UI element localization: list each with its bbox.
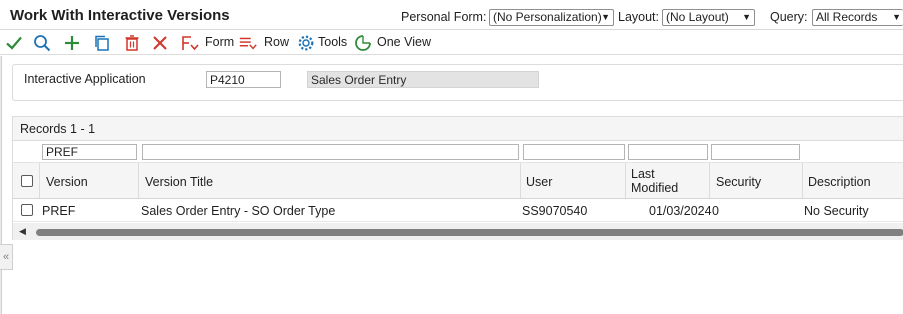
last-modified-line-2: Modified xyxy=(631,181,679,195)
page-title: Work With Interactive Versions xyxy=(10,7,230,24)
horizontal-scrollbar[interactable]: ◀ xyxy=(13,223,903,240)
find-button[interactable] xyxy=(32,33,52,53)
qbe-version-title-input[interactable] xyxy=(142,144,519,160)
interactive-application-input[interactable]: P4210 xyxy=(206,71,281,88)
cell-user: SS9070540 xyxy=(522,204,588,218)
left-panel-edge xyxy=(0,56,2,314)
records-grid: Records 1 - 1 PREF Version Version Title… xyxy=(12,116,903,240)
scroll-left-icon[interactable]: ◀ xyxy=(19,226,26,237)
grid-caption: Records 1 - 1 xyxy=(13,117,903,141)
records-count: Records 1 - 1 xyxy=(20,122,96,136)
layout-select[interactable]: (No Layout) ▼ xyxy=(662,9,755,26)
column-header-user[interactable]: User xyxy=(526,175,552,189)
column-divider xyxy=(709,163,710,198)
column-divider xyxy=(138,163,139,198)
query-value: All Records xyxy=(816,10,878,24)
check-icon xyxy=(6,36,22,50)
copy-icon xyxy=(95,35,109,51)
row-menu-icon[interactable] xyxy=(238,33,258,53)
plus-icon xyxy=(65,36,79,50)
cell-version[interactable]: PREF xyxy=(42,204,75,218)
tools-menu-label: Tools xyxy=(318,35,348,49)
column-header-security[interactable]: Security xyxy=(716,175,761,189)
tools-menu-icon[interactable] xyxy=(296,33,316,53)
one-view-icon-button[interactable] xyxy=(353,33,373,53)
chevron-down-icon: ▼ xyxy=(742,12,751,22)
personal-form-label: Personal Form: xyxy=(401,10,487,24)
one-view-menu[interactable]: One View xyxy=(377,35,431,49)
one-view-icon xyxy=(355,35,371,51)
double-chevron-left-icon: « xyxy=(2,251,10,263)
cell-version-title: Sales Order Entry - SO Order Type xyxy=(141,204,336,218)
query-select[interactable]: All Records ▼ xyxy=(812,9,903,26)
qbe-user-input[interactable] xyxy=(523,144,625,160)
column-divider xyxy=(625,163,626,198)
qbe-security-input[interactable] xyxy=(711,144,800,160)
qbe-row: PREF xyxy=(13,141,903,163)
one-view-label: One View xyxy=(377,35,431,49)
form-icon xyxy=(182,36,199,51)
close-button[interactable] xyxy=(150,33,170,53)
search-icon xyxy=(34,35,51,52)
column-header-description[interactable]: Description xyxy=(808,175,871,189)
column-header-last-modified[interactable]: Last Modified xyxy=(631,167,678,195)
row-menu-label: Row xyxy=(264,35,290,49)
toolbar: Form Row Tools One View xyxy=(0,30,903,55)
add-button[interactable] xyxy=(62,33,82,53)
select-all-checkbox[interactable] xyxy=(21,175,33,187)
row-checkbox[interactable] xyxy=(21,204,33,216)
header-form: Interactive Application P4210 Sales Orde… xyxy=(12,64,903,101)
table-row[interactable]: PREF Sales Order Entry - SO Order Type S… xyxy=(13,199,903,222)
row-icon xyxy=(239,37,257,50)
personal-form-value: (No Personalization) xyxy=(493,10,602,24)
form-menu-label: Form xyxy=(205,35,235,49)
collapse-panel-button[interactable]: « xyxy=(0,244,13,270)
application-description: Sales Order Entry xyxy=(307,71,539,88)
row-menu[interactable]: Row xyxy=(264,35,289,49)
column-header-row: Version Version Title User Last Modified… xyxy=(13,163,903,199)
delete-button[interactable] xyxy=(122,33,142,53)
gear-icon xyxy=(298,35,314,51)
column-header-version[interactable]: Version xyxy=(46,175,88,189)
close-icon xyxy=(153,36,167,50)
qbe-version-input[interactable]: PREF xyxy=(42,144,137,160)
cell-description: No Security xyxy=(804,204,869,218)
title-bar: Work With Interactive Versions Personal … xyxy=(0,0,903,30)
last-modified-line-1: Last xyxy=(631,167,655,181)
interactive-application-label: Interactive Application xyxy=(24,72,146,86)
tools-menu[interactable]: Tools xyxy=(318,35,347,49)
query-label: Query: xyxy=(770,10,808,24)
form-menu[interactable]: Form xyxy=(205,35,234,49)
cell-security: 0 xyxy=(712,204,719,218)
column-divider xyxy=(802,163,803,198)
form-menu-icon[interactable] xyxy=(180,33,200,53)
column-header-version-title[interactable]: Version Title xyxy=(145,175,213,189)
cell-last-modified: 01/03/2024 xyxy=(649,204,712,218)
layout-value: (No Layout) xyxy=(666,10,729,24)
chevron-down-icon: ▼ xyxy=(892,12,901,22)
select-button[interactable] xyxy=(4,33,24,53)
qbe-last-modified-input[interactable] xyxy=(628,144,708,160)
column-divider xyxy=(520,163,521,198)
layout-label: Layout: xyxy=(618,10,660,24)
trash-icon xyxy=(125,35,139,51)
scrollbar-thumb[interactable] xyxy=(36,229,903,236)
column-divider xyxy=(39,163,40,198)
copy-button[interactable] xyxy=(92,33,112,53)
personal-form-select[interactable]: (No Personalization) ▼ xyxy=(489,9,614,26)
chevron-down-icon: ▼ xyxy=(601,12,610,22)
